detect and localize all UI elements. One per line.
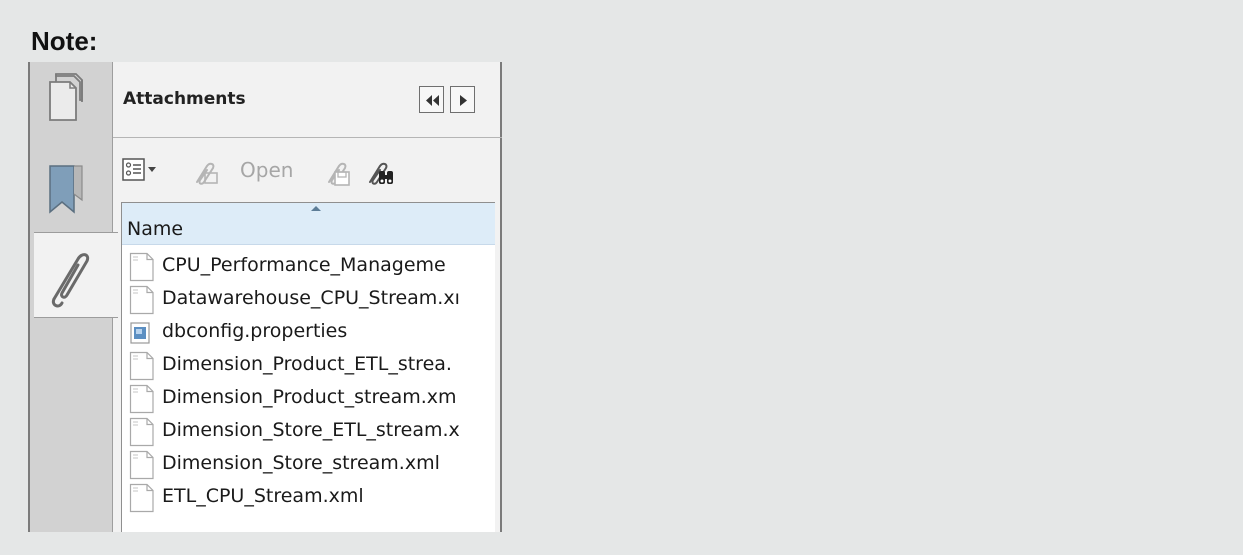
- file-row[interactable]: CPU_Performance_Manageme: [122, 251, 495, 282]
- paperclip-icon: [51, 253, 90, 308]
- file-row[interactable]: Dimension_Store_stream.xml: [122, 449, 495, 480]
- file-name: CPU_Performance_Manageme: [162, 254, 446, 276]
- text-file-icon: [129, 384, 154, 414]
- collapse-panel-button[interactable]: [419, 86, 444, 113]
- tab-pages[interactable]: [30, 62, 114, 148]
- options-menu-icon[interactable]: [122, 158, 162, 184]
- file-name: Dimension_Product_ETL_strea.: [162, 353, 452, 375]
- navigation-tab-rail: [28, 62, 118, 532]
- bookmark-icon: [49, 165, 83, 214]
- properties-file-icon: [130, 322, 150, 344]
- tab-bookmarks[interactable]: [30, 148, 114, 234]
- file-name: Dimension_Product_stream.xm: [162, 386, 457, 408]
- file-name: dbconfig.properties: [162, 320, 348, 342]
- text-file-icon: [129, 285, 154, 315]
- text-file-icon: [129, 351, 154, 381]
- file-name: Dimension_Store_ETL_stream.x: [162, 419, 460, 441]
- open-button[interactable]: Open: [240, 158, 293, 182]
- panel-header: Attachments: [113, 62, 502, 138]
- file-row[interactable]: Dimension_Product_stream.xm: [122, 383, 495, 414]
- attachments-list: Name CPU_Performance_Manageme Datawarehou…: [121, 202, 495, 532]
- attachments-toolbar: [113, 138, 502, 200]
- open-attachment-icon: [196, 162, 218, 185]
- text-file-icon: [129, 417, 154, 447]
- attachments-content: Attachments Open Name CPU_Performance_Ma…: [113, 62, 502, 532]
- text-file-icon: [129, 483, 154, 513]
- file-row[interactable]: Dimension_Store_ETL_stream.x: [122, 416, 495, 447]
- save-attachment-icon[interactable]: [323, 158, 353, 188]
- binoculars-icon[interactable]: [365, 158, 399, 188]
- file-name: ETL_CPU_Stream.xml: [162, 485, 364, 507]
- pages-icon: [49, 73, 83, 121]
- panel-title: Attachments: [123, 89, 246, 109]
- file-row[interactable]: ETL_CPU_Stream.xml: [122, 482, 495, 513]
- file-name: Datawarehouse_CPU_Stream.xı: [162, 287, 460, 309]
- expand-panel-button[interactable]: [450, 86, 475, 113]
- file-name: Dimension_Store_stream.xml: [162, 452, 440, 474]
- file-row[interactable]: Dimension_Product_ETL_strea.: [122, 350, 495, 381]
- column-header-name[interactable]: Name: [122, 203, 495, 245]
- file-row[interactable]: Datawarehouse_CPU_Stream.xı: [122, 284, 495, 315]
- tab-attachments[interactable]: [34, 232, 118, 318]
- text-file-icon: [129, 252, 154, 282]
- column-header-label: Name: [127, 218, 184, 240]
- text-file-icon: [129, 450, 154, 480]
- expand-right-icon: [460, 95, 467, 106]
- collapse-left-icon: [426, 95, 439, 106]
- sort-ascending-icon: [311, 206, 321, 211]
- note-title: Note:: [31, 26, 98, 56]
- attachments-panel-screenshot: Attachments Open Name CPU_Performance_Ma…: [28, 62, 502, 532]
- file-row[interactable]: dbconfig.properties: [122, 317, 495, 347]
